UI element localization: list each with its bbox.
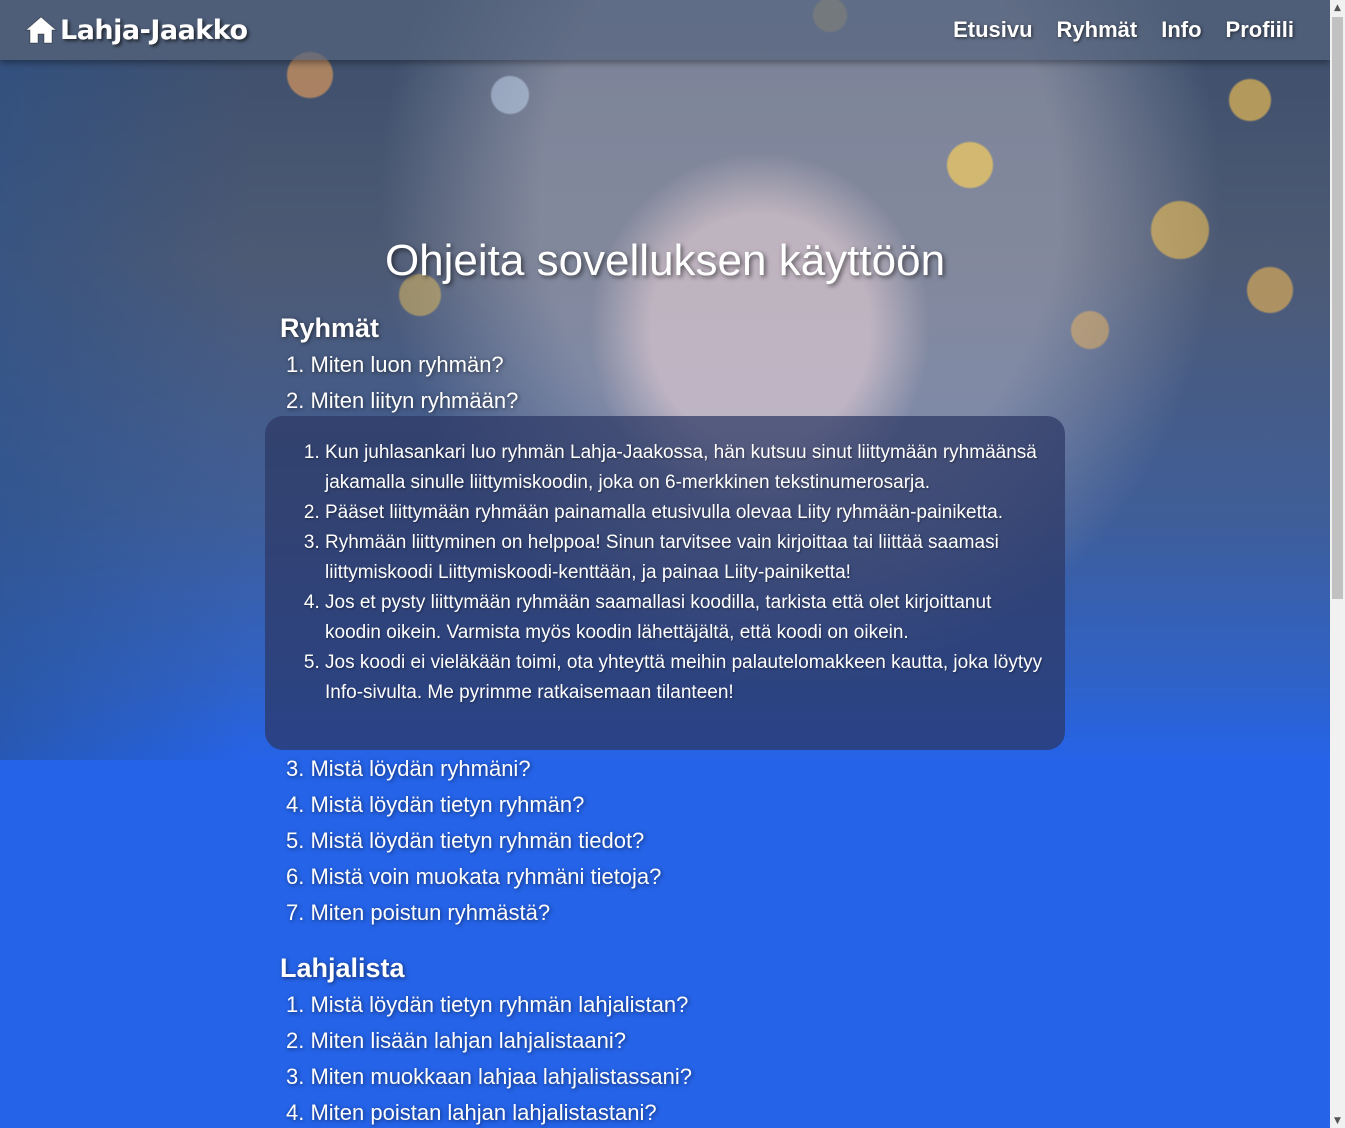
main-content: Ohjeita sovelluksen käyttöön Ryhmät 1. M…: [0, 0, 1330, 1128]
faq-answer-panel: Kun juhlasankari luo ryhmän Lahja-Jaakos…: [265, 416, 1065, 750]
answer-list: Kun juhlasankari luo ryhmän Lahja-Jaakos…: [305, 438, 1045, 708]
answer-item: Pääset liittymään ryhmään painamalla etu…: [325, 498, 1045, 528]
faq-question[interactable]: 6. Mistä voin muokata ryhmäni tietoja?: [286, 864, 661, 890]
vertical-scrollbar[interactable]: ▲ ▼: [1330, 0, 1345, 1128]
scrollbar-thumb[interactable]: [1332, 17, 1343, 599]
faq-question[interactable]: 3. Miten muokkaan lahjaa lahjalistassani…: [286, 1064, 692, 1090]
faq-question[interactable]: 1. Miten luon ryhmän?: [286, 352, 504, 378]
page-title: Ohjeita sovelluksen käyttöön: [384, 236, 946, 285]
answer-item: Ryhmään liittyminen on helppoa! Sinun ta…: [325, 528, 1045, 588]
faq-question[interactable]: 7. Miten poistun ryhmästä?: [286, 900, 550, 926]
answer-item: Kun juhlasankari luo ryhmän Lahja-Jaakos…: [325, 438, 1045, 498]
faq-question[interactable]: 3. Mistä löydän ryhmäni?: [286, 756, 531, 782]
faq-question[interactable]: 2. Miten lisään lahjan lahjalistaani?: [286, 1028, 626, 1054]
answer-item: Jos et pysty liittymään ryhmään saamalla…: [325, 588, 1045, 648]
faq-question[interactable]: 4. Mistä löydän tietyn ryhmän?: [286, 792, 584, 818]
faq-question-expanded[interactable]: 2. Miten liityn ryhmään?: [286, 388, 518, 414]
faq-question[interactable]: 1. Mistä löydän tietyn ryhmän lahjalista…: [286, 992, 688, 1018]
answer-item: Jos koodi ei vieläkään toimi, ota yhteyt…: [325, 648, 1045, 708]
section-title-ryhmat: Ryhmät: [280, 313, 380, 343]
faq-question[interactable]: 5. Mistä löydän tietyn ryhmän tiedot?: [286, 828, 644, 854]
scroll-up-arrow-icon[interactable]: ▲: [1330, 0, 1345, 15]
scroll-down-arrow-icon[interactable]: ▼: [1330, 1113, 1345, 1128]
faq-question[interactable]: 4. Miten poistan lahjan lahjalistastani?: [286, 1100, 657, 1126]
section-title-lahjalista: Lahjalista: [280, 953, 405, 983]
